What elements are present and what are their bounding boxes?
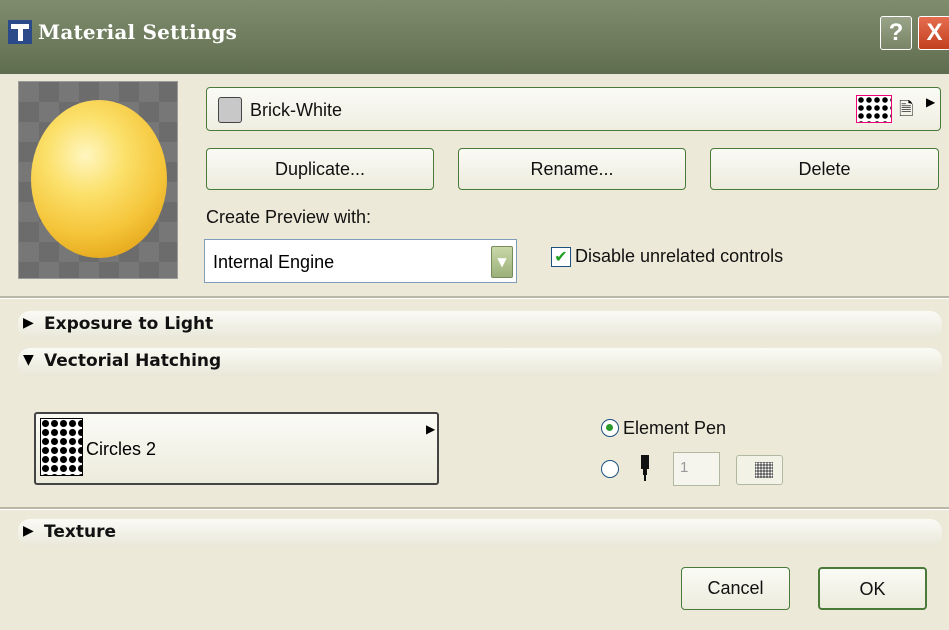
section-vectorial-hatching[interactable]: ▼ Vectorial Hatching bbox=[18, 348, 942, 376]
duplicate-button[interactable]: Duplicate... bbox=[206, 148, 434, 190]
pen-icon bbox=[641, 455, 649, 481]
disable-controls-checkbox[interactable]: ✔ bbox=[551, 247, 571, 267]
disable-controls-label[interactable]: Disable unrelated controls bbox=[575, 246, 783, 267]
custom-pen-radio[interactable] bbox=[601, 460, 619, 478]
section-title: Texture bbox=[44, 522, 116, 542]
cancel-button[interactable]: Cancel bbox=[681, 567, 790, 610]
material-preview bbox=[18, 81, 178, 279]
radio-selected-dot bbox=[606, 424, 613, 431]
create-preview-label: Create Preview with: bbox=[206, 207, 372, 227]
section-texture[interactable]: ▶ Texture bbox=[18, 519, 942, 547]
material-settings-dialog: Material Settings ? X Brick-White 🗎 ▶ Du… bbox=[0, 0, 949, 630]
material-color-swatch bbox=[218, 97, 242, 123]
pen-number-field[interactable]: 1 bbox=[673, 452, 720, 486]
chevron-right-icon: ▶ bbox=[23, 523, 34, 539]
delete-button[interactable]: Delete bbox=[710, 148, 939, 190]
document-icon: 🗎 bbox=[899, 99, 914, 120]
preview-engine-value: Internal Engine bbox=[213, 252, 335, 272]
chevron-right-icon: ▶ bbox=[426, 422, 436, 436]
pen-swatch-icon bbox=[755, 462, 773, 478]
material-selector[interactable]: Brick-White 🗎 ▶ bbox=[206, 87, 941, 131]
section-title: Exposure to Light bbox=[44, 314, 214, 334]
hatch-pattern-selector[interactable]: Circles 2 ▶ bbox=[34, 412, 439, 485]
help-button[interactable]: ? bbox=[880, 16, 912, 50]
chevron-down-icon: ▼ bbox=[23, 352, 34, 368]
material-name: Brick-White bbox=[250, 100, 343, 120]
divider bbox=[0, 296, 949, 299]
dialog-title: Material Settings bbox=[38, 20, 238, 44]
element-pen-label[interactable]: Element Pen bbox=[623, 418, 726, 439]
chevron-down-icon[interactable]: ▼ bbox=[491, 246, 513, 278]
ok-button[interactable]: OK bbox=[818, 567, 927, 610]
preview-engine-select[interactable]: Internal Engine ▼ bbox=[204, 239, 517, 283]
hatch-pattern-icon bbox=[856, 95, 892, 123]
title-bar[interactable]: Material Settings ? X bbox=[0, 0, 949, 74]
divider bbox=[0, 507, 949, 510]
element-pen-radio[interactable] bbox=[601, 419, 619, 437]
preview-sphere bbox=[31, 100, 167, 258]
section-exposure-to-light[interactable]: ▶ Exposure to Light bbox=[18, 311, 942, 339]
hatch-pattern-name: Circles 2 bbox=[86, 439, 157, 459]
app-icon bbox=[8, 20, 32, 44]
pen-color-button[interactable] bbox=[736, 455, 783, 485]
rename-button[interactable]: Rename... bbox=[458, 148, 686, 190]
circles-pattern-icon bbox=[40, 418, 83, 476]
close-button[interactable]: X bbox=[918, 16, 949, 50]
section-title: Vectorial Hatching bbox=[44, 351, 222, 371]
chevron-right-icon: ▶ bbox=[926, 95, 936, 109]
chevron-right-icon: ▶ bbox=[23, 315, 34, 331]
